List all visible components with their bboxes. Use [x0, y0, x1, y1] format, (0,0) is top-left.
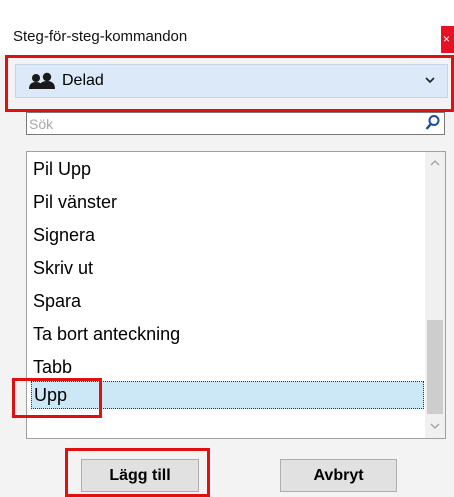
step-command-dialog: Steg-för-steg-kommandon × Delad Pil Upp: [0, 0, 454, 497]
window-title: Steg-för-steg-kommandon: [13, 28, 188, 45]
search-box[interactable]: [26, 112, 445, 135]
list-item[interactable]: Ta bort anteckning: [31, 320, 424, 348]
list-scrollbar[interactable]: [425, 152, 445, 438]
list-item[interactable]: Tabb: [31, 353, 424, 381]
search-icon[interactable]: [425, 114, 441, 137]
category-dropdown[interactable]: Delad: [15, 64, 448, 98]
list-item[interactable]: Pil vänster: [31, 188, 424, 216]
search-input[interactable]: [29, 114, 409, 133]
scroll-up-arrow-icon[interactable]: [425, 152, 445, 174]
group-users-icon: [28, 71, 56, 96]
list-item[interactable]: Skriv ut: [31, 254, 424, 282]
list-item[interactable]: Spara: [31, 287, 424, 315]
scroll-down-arrow-icon[interactable]: [425, 416, 445, 438]
list-item[interactable]: Signera: [31, 221, 424, 249]
dropdown-selected-value: Delad: [62, 72, 104, 89]
list-item-selected[interactable]: Upp: [31, 381, 424, 409]
scroll-thumb[interactable]: [427, 320, 443, 414]
cancel-button[interactable]: Avbryt: [280, 459, 397, 492]
chevron-down-icon: [425, 73, 435, 87]
command-list[interactable]: Pil Upp Pil vänster Signera Skriv ut Spa…: [26, 151, 446, 439]
list-item[interactable]: Pil Upp: [31, 155, 424, 183]
add-button[interactable]: Lägg till: [81, 459, 199, 492]
title-bar: Steg-för-steg-kommandon ×: [0, 0, 454, 55]
close-button[interactable]: ×: [441, 26, 454, 53]
